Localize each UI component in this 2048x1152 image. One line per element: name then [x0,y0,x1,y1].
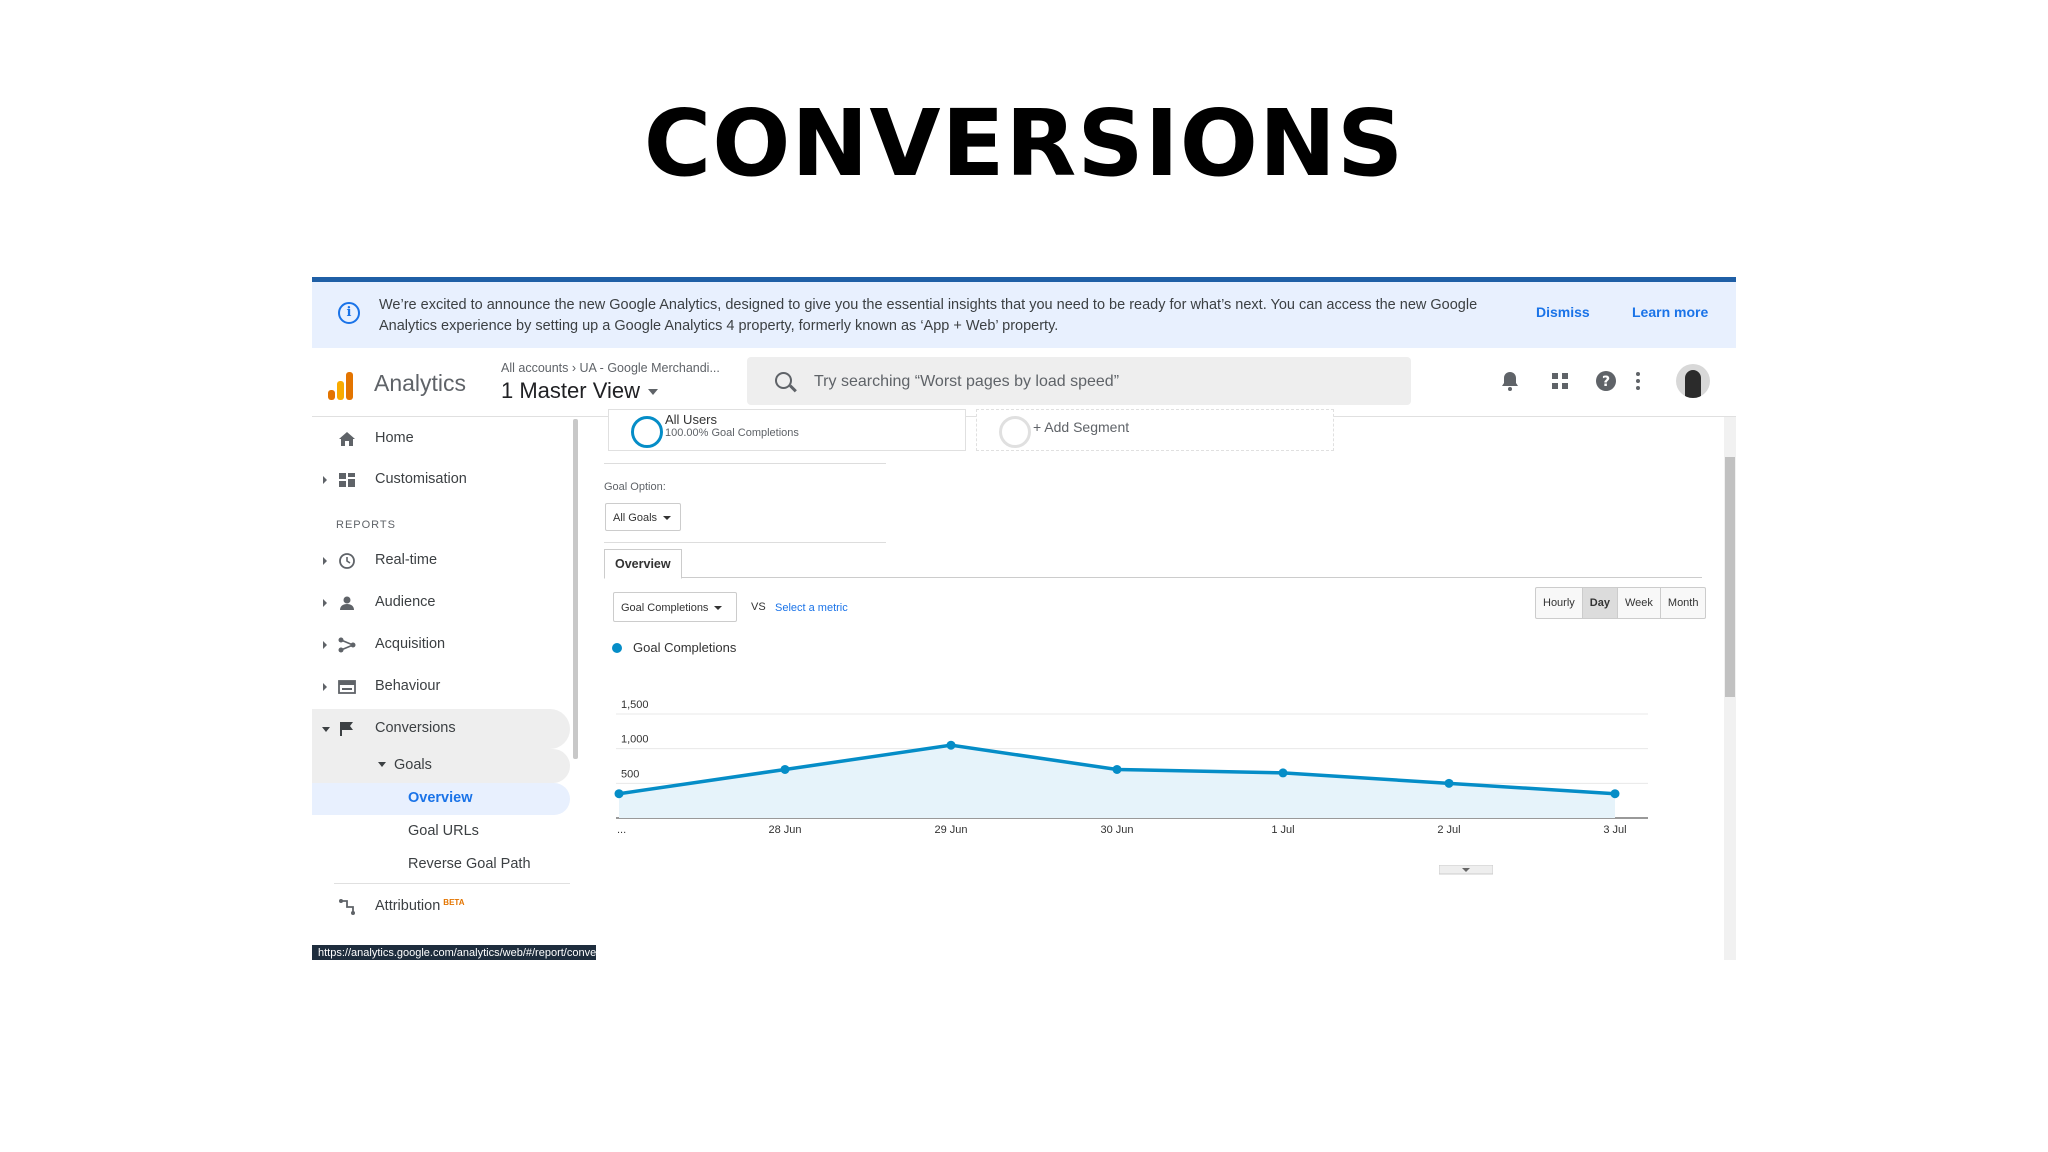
svg-text:?: ? [1602,374,1610,390]
attribution-label: Attribution [375,898,441,914]
page-scrollbar[interactable] [1724,417,1736,960]
sidebar-item-label: Customisation [375,471,467,487]
avatar[interactable] [1676,364,1710,398]
app-header: Analytics All accounts › UA - Google Mer… [312,348,1736,417]
data-point[interactable] [1112,764,1122,774]
chevron-down-icon [322,727,330,732]
x-tick-label: 1 Jul [1271,824,1294,836]
data-point[interactable] [780,764,790,774]
legend-label: Goal Completions [633,640,737,655]
sidebar-item-acquisition[interactable]: Acquisition [312,625,570,665]
home-icon [339,432,355,446]
person-icon [340,596,354,610]
slide-title: CONVERSIONS [643,90,1405,197]
app-name: Analytics [374,370,467,396]
chart-resize-handle[interactable] [1439,865,1493,875]
sidebar-item-label: Acquisition [375,636,446,652]
sidebar-item-customisation[interactable]: Customisation [312,460,570,500]
learn-more-link[interactable]: Learn more [1632,304,1708,320]
bell-icon[interactable] [1499,370,1521,392]
y-tick-label: 1,500 [621,699,649,711]
sidebar-item-label: Real-time [375,552,438,568]
dismiss-link[interactable]: Dismiss [1536,304,1590,320]
sidebar-item-audience[interactable]: Audience [312,583,570,623]
breadcrumb-accounts: All accounts [501,361,569,375]
series-area [619,745,1615,818]
reports-heading: REPORTS [336,519,396,531]
x-tick-label: 2 Jul [1437,824,1460,836]
attribution-icon [339,899,355,915]
flag-icon [340,722,353,736]
info-icon: i [338,302,360,324]
apps-grid-icon[interactable] [1549,370,1571,392]
chevron-right-icon [323,683,327,691]
scrollbar-thumb[interactable] [1725,457,1735,697]
data-point[interactable] [614,789,624,799]
x-tick-label: ... [617,824,626,836]
y-tick-label: 1,000 [621,734,649,746]
sidebar-item-label: Reverse Goal Path [408,856,531,872]
clock-icon [339,553,355,569]
beta-badge: BETA [443,898,465,907]
sidebar-item-label: Goals [394,757,432,773]
sidebar: Home Customisation REPORTS Real-time Aud… [312,417,582,960]
help-icon[interactable]: ? [1595,370,1617,392]
chevron-right-icon [323,599,327,607]
goal-completions-chart: Goal Completions 500 1,000 1,500 ... 28 Jun… [612,640,1648,836]
announcement-banner: i We’re excited to announce the new Goog… [312,282,1736,348]
view-name: 1 Master View [501,378,640,403]
sidebar-item-behaviour[interactable]: Behaviour [312,667,570,707]
sidebar-item-label: Goal URLs [408,823,479,839]
sidebar-item-overview[interactable]: Overview [312,783,570,815]
sidebar-item-goal-urls[interactable]: Goal URLs [312,816,570,848]
breadcrumb-separator: › [571,361,580,375]
analytics-screenshot: i We’re excited to announce the new Goog… [312,277,1736,960]
sidebar-item-label: Behaviour [375,678,441,694]
search-icon [775,372,792,389]
sidebar-item-label: Attribution BETA [375,898,464,914]
sidebar-item-home[interactable]: Home [312,419,570,459]
sidebar-item-label: Overview [408,790,473,806]
x-tick-label: 30 Jun [1100,824,1133,836]
breadcrumb-property: UA - Google Merchandi... [579,361,720,375]
sidebar-item-realtime[interactable]: Real-time [312,541,570,581]
dashboard-icon [339,473,355,487]
acquisition-icon [338,637,356,653]
sidebar-scrollbar[interactable] [573,419,578,759]
chevron-right-icon [323,641,327,649]
behaviour-icon [338,680,356,694]
y-tick-label: 500 [621,768,639,780]
legend-marker [612,643,622,653]
breadcrumb[interactable]: All accounts › UA - Google Merchandi... [501,361,720,375]
more-vert-icon[interactable] [1627,370,1649,392]
search-input[interactable] [812,367,1376,397]
x-tick-label: 29 Jun [934,824,967,836]
sidebar-item-label: Home [375,430,414,446]
chevron-right-icon [323,557,327,565]
sidebar-item-goals[interactable]: Goals [312,749,570,783]
x-tick-label: 28 Jun [768,824,801,836]
data-point[interactable] [1444,778,1454,788]
sidebar-item-reverse-goal-path[interactable]: Reverse Goal Path [312,849,570,881]
sidebar-item-label: Audience [375,594,436,610]
divider [334,883,570,884]
caret-down-icon [647,389,658,396]
data-point[interactable] [1278,768,1288,778]
x-tick-label: 3 Jul [1603,824,1626,836]
report-main: All Users 100.00% Goal Completions + Add… [596,409,1710,960]
chevron-right-icon [323,476,327,484]
sidebar-item-conversions[interactable]: Conversions [312,709,570,749]
sidebar-item-label: Conversions [375,720,456,736]
sidebar-item-attribution[interactable]: Attribution BETA [312,887,570,927]
view-selector[interactable]: 1 Master View [501,378,658,404]
search-box[interactable] [747,357,1411,405]
data-point[interactable] [946,740,956,750]
banner-message: We’re excited to announce the new Google… [379,297,1478,334]
chevron-down-icon [378,762,386,767]
analytics-logo-icon[interactable] [328,370,354,400]
data-point[interactable] [1610,789,1620,799]
